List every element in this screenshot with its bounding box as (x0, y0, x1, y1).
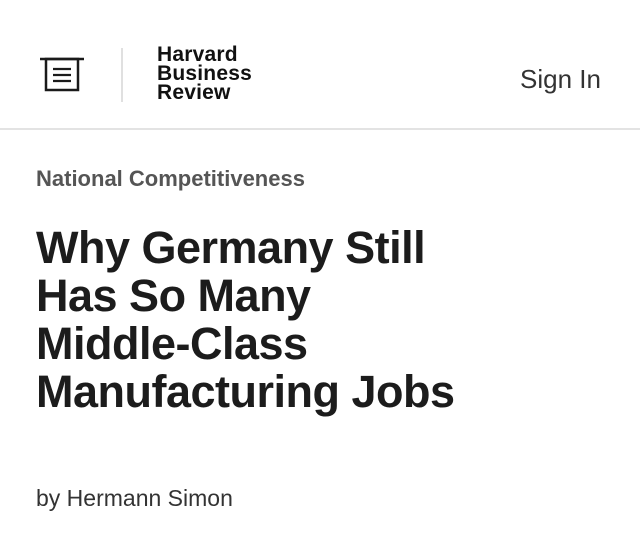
logo-line-review: Review (157, 81, 231, 104)
article-title: Why Germany Still Has So Many Middle-Cla… (36, 222, 455, 417)
site-header: Harvard Business Review Sign In (0, 0, 640, 130)
menu-button[interactable] (38, 56, 86, 94)
article-byline: by Hermann Simon (36, 485, 233, 511)
sign-in-link[interactable]: Sign In (520, 64, 601, 95)
menu-icon (40, 57, 84, 92)
hbr-logo[interactable]: Harvard Business Review (157, 44, 252, 104)
header-divider (121, 48, 123, 102)
topic-link[interactable]: National Competitiveness (36, 166, 305, 192)
